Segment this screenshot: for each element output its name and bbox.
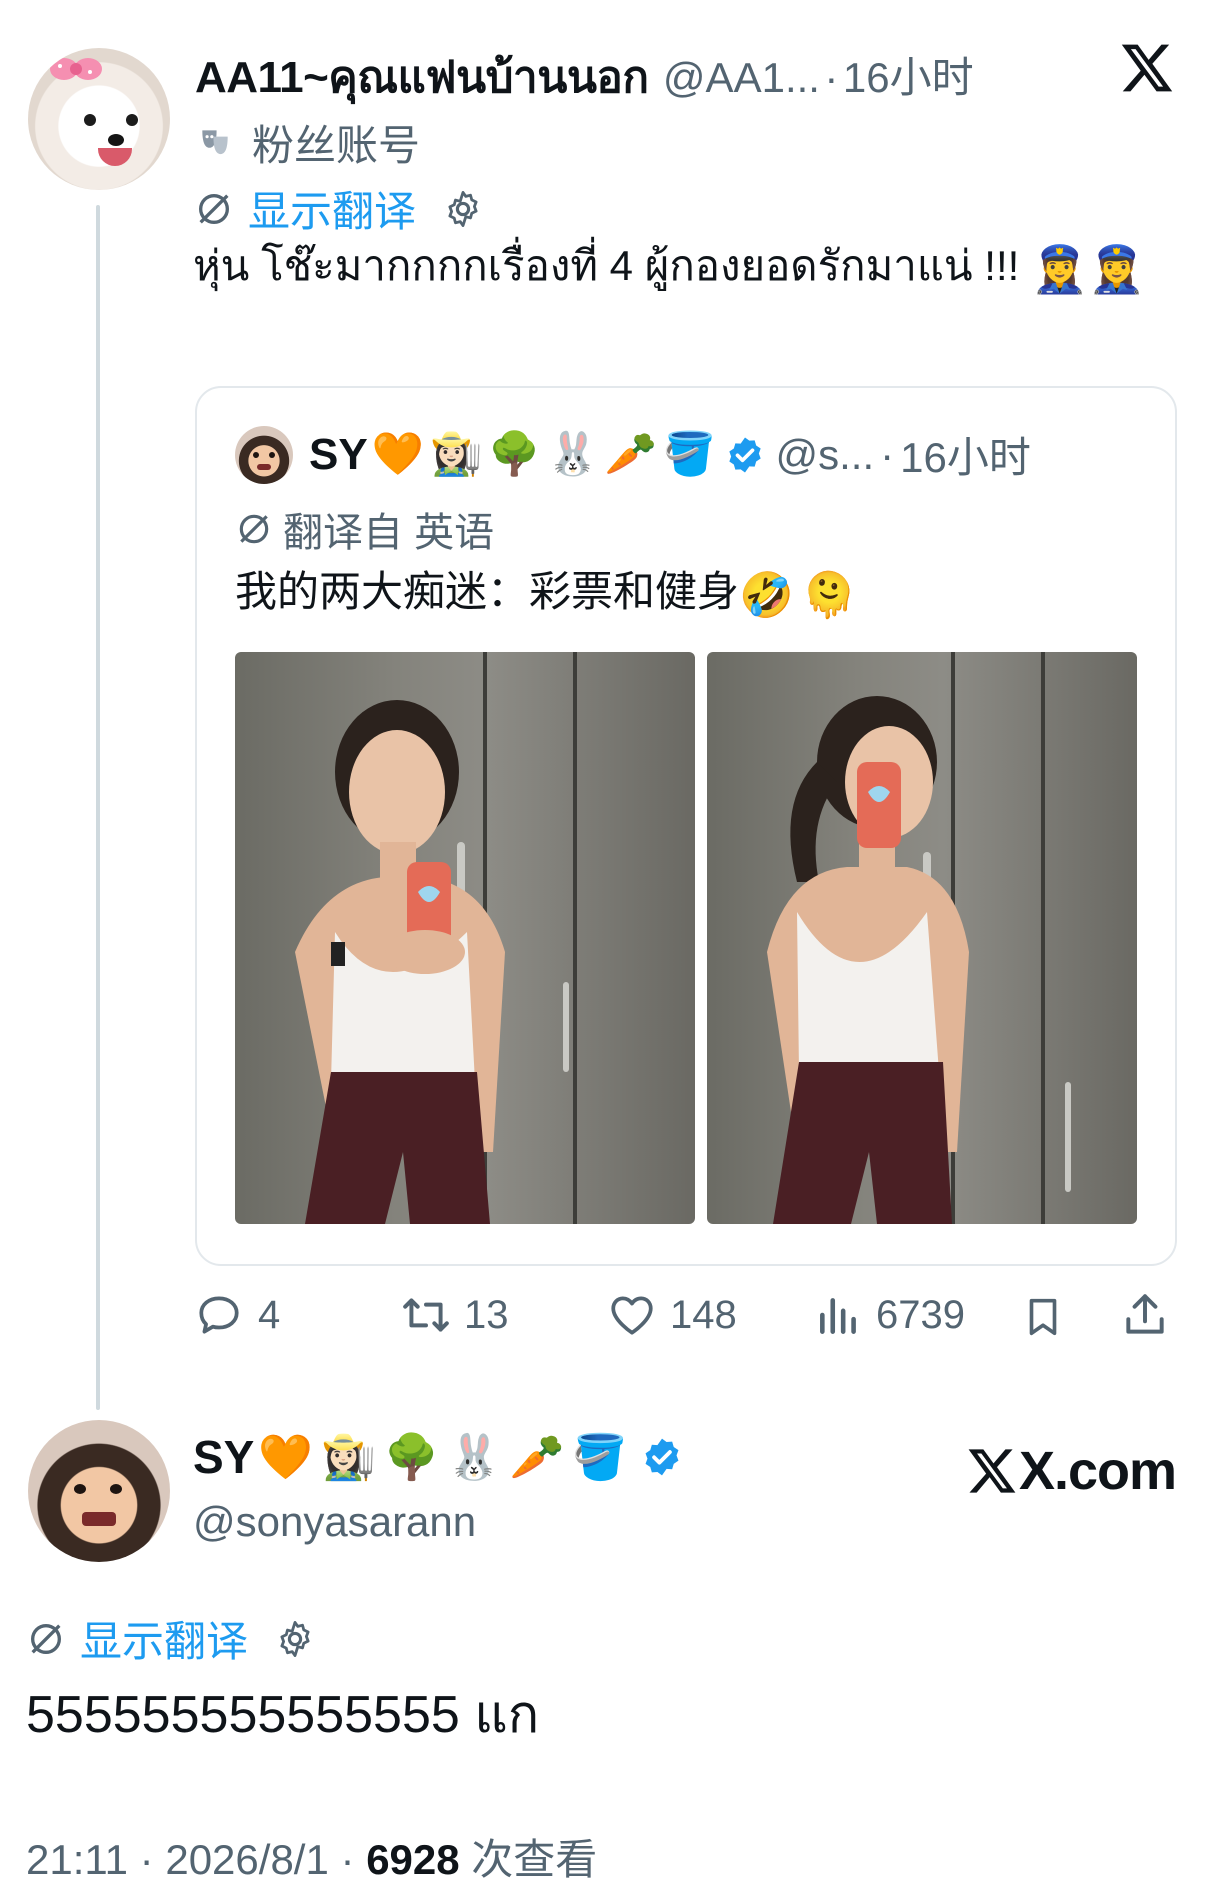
account-label: 粉丝账号 [252,122,421,169]
main-handle[interactable]: @sonyasarann [193,1498,476,1546]
account-label-row: 粉丝账号 [196,112,420,173]
reply-body: หุ่น โช๊ะมากกกกเรื่องที่ 4 ผู้กองยอดรักม… [193,242,1031,289]
quote-display-name[interactable]: SY [309,430,368,480]
avatar-aa11[interactable] [28,48,170,190]
footer-sep-1: · [139,1836,154,1883]
thread-line [96,205,100,1410]
like-count: 148 [670,1292,737,1337]
reply-emojis: 👮‍♀️👮‍♀️ [1030,242,1146,295]
gear-icon[interactable] [274,1618,316,1660]
main-translation-row: 显示翻译 [26,1608,316,1669]
retweet-count: 13 [464,1292,509,1337]
quote-translated-row: 翻译自 英语 [235,500,494,558]
avatar-sonyasarann[interactable] [28,1420,170,1562]
quote-text: 我的两大痴迷：彩票和健身🤣🫠 [235,558,865,621]
views-icon[interactable] [816,1290,862,1340]
person-figure [295,700,505,1224]
reply-handle[interactable]: @AA1... [663,54,820,101]
translate-icon [199,193,229,224]
person-figure [767,696,969,1224]
bow-decoration [50,58,102,80]
avatar-sy-small[interactable] [235,426,293,484]
reply-count: 4 [258,1292,281,1337]
views-action[interactable]: 6739 [816,1290,965,1340]
translation-row: 显示翻译 [194,178,484,239]
main-display-name[interactable]: SY [193,1430,254,1484]
bookmark-icon[interactable] [1020,1292,1066,1342]
views-count: 6739 [876,1292,965,1337]
brand-xcom: X.com [965,1440,1177,1502]
separator: · [824,54,839,101]
like-icon[interactable] [606,1290,658,1340]
quote-photo-1[interactable] [235,652,695,1224]
main-body: 555555555555555 แก [26,1686,540,1744]
theater-mask-icon [202,129,228,154]
main-views-count: 6928 [366,1836,460,1883]
gear-icon[interactable] [442,188,484,230]
reply-time[interactable]: 16小时 [843,54,974,101]
quote-translated-from: 翻译自 英语 [283,511,495,555]
reply-display-name[interactable]: AA11~คุณแฟนบ้านนอก [195,53,649,102]
main-show-translation-link[interactable]: 显示翻译 [80,1608,248,1669]
footer-sep-2: · [340,1836,355,1883]
verified-badge-icon [729,437,762,472]
main-date[interactable]: 2026/8/1 [165,1836,329,1883]
quote-emojis: 🤣🫠 [739,570,865,620]
brand-text: X.com [1019,1441,1177,1501]
reply-icon[interactable] [194,1290,244,1340]
x-logo-icon[interactable] [1118,40,1176,96]
like-action[interactable]: 148 [606,1290,737,1340]
retweet-icon[interactable] [398,1290,454,1340]
main-text: 555555555555555 แก [26,1672,539,1755]
main-views-label: 次查看 [471,1836,598,1883]
show-translation-link[interactable]: 显示翻译 [248,178,416,239]
retweet-action[interactable]: 13 [398,1290,509,1340]
reply-text: หุ่น โช๊ะมากกกกเรื่องที่ 4 ผู้กองยอดรักม… [193,236,1153,299]
verified-badge-icon [645,1438,679,1476]
quoted-tweet-card[interactable]: SY 🧡👩🏻‍🌾🌳🐰🥕🪣 @s... · 16小时 翻译自 英语 我的两大痴迷：… [195,386,1177,1266]
quote-photo-2[interactable] [707,652,1137,1224]
quote-handle[interactable]: @s... [775,431,874,479]
reply-header: AA11~คุณแฟนบ้านนอก @AA1... · 16小时 [195,42,974,112]
quote-separator: · [880,430,895,478]
quote-body: 我的两大痴迷：彩票和健身 [235,568,740,615]
quote-name-emojis: 🧡👩🏻‍🌾🌳🐰🥕🪣 [371,430,722,477]
share-icon[interactable] [1120,1290,1170,1340]
translate-icon [239,514,269,544]
translate-icon [31,1623,61,1654]
main-timestamp[interactable]: 21:11 [26,1836,128,1883]
quote-time[interactable]: 16小时 [900,424,1031,485]
main-footer: 21:11 · 2026/8/1 · 6928 次查看 [26,1826,597,1887]
main-header: SY 🧡👩🏻‍🌾🌳🐰🥕🪣 [193,1430,683,1484]
reply-action[interactable]: 4 [194,1290,280,1340]
quote-header: SY 🧡👩🏻‍🌾🌳🐰🥕🪣 @s... · 16小时 [309,424,1031,485]
main-name-emojis: 🧡👩🏻‍🌾🌳🐰🥕🪣 [258,1433,636,1482]
x-logo-icon [968,1449,1016,1493]
